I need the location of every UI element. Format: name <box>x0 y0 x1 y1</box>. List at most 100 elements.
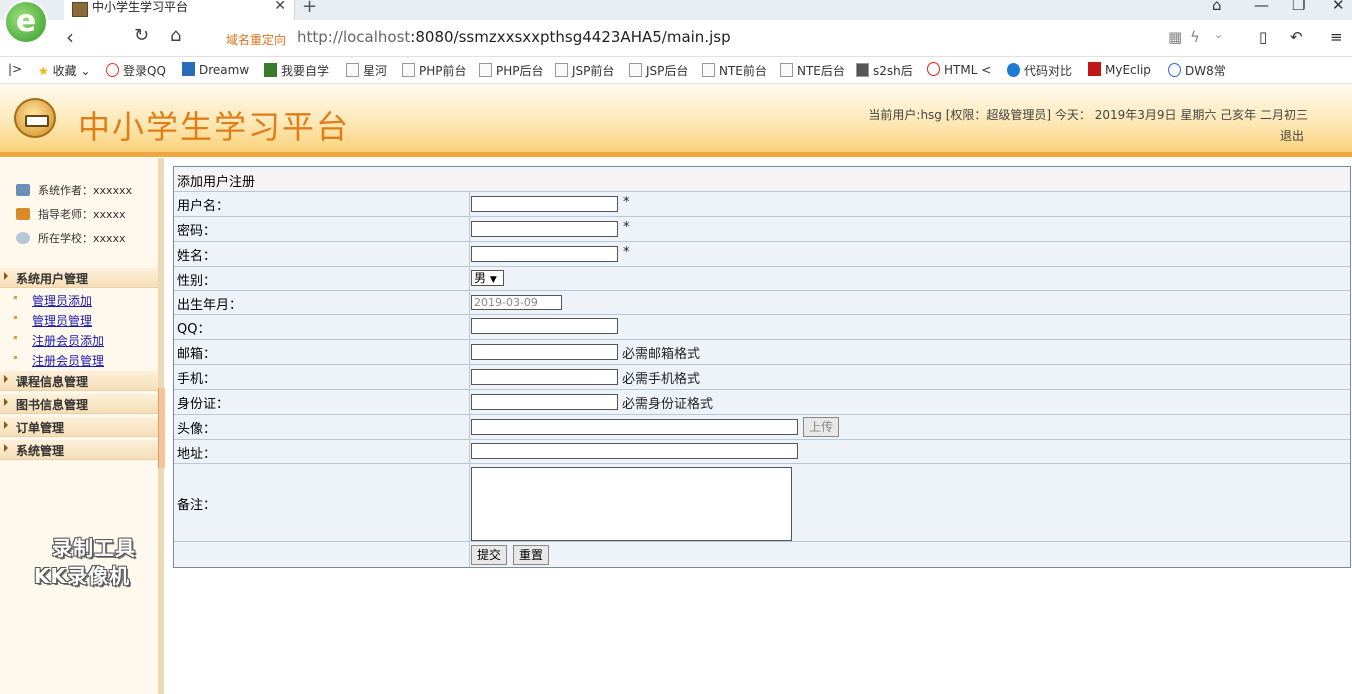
label-remark: 备注： <box>177 498 217 513</box>
row-birth: 出生年月： 2019-03-09 <box>174 291 1350 315</box>
home-icon[interactable]: ⌂ <box>170 25 181 46</box>
url-host: http://localhost <box>297 28 411 46</box>
gender-select[interactable]: 男 ▼ <box>471 270 504 286</box>
url-input[interactable]: http://localhost:8080/ssmzxxsxxpthsg4423… <box>297 28 731 46</box>
bookmark-xinghe[interactable]: 星河 <box>346 62 387 79</box>
bookmark-nte-front[interactable]: NTE前台 <box>702 62 767 79</box>
label-password: 密码： <box>177 224 217 239</box>
redirect-label: 域名重定向 <box>226 33 287 47</box>
sidebar-link-member-manage[interactable]: 注册会员管理 <box>32 352 104 369</box>
tab-title: 中小学生学习平台 <box>92 0 189 14</box>
username-input[interactable] <box>471 196 618 212</box>
phone-icon[interactable]: ▯ <box>1259 28 1267 46</box>
bookmark-nte-back[interactable]: NTE后台 <box>780 62 845 79</box>
idcard-input[interactable] <box>471 394 618 410</box>
dropdown-arrow-icon: ▼ <box>489 275 497 285</box>
bookmark-dreamweaver[interactable]: Dreamw <box>182 62 249 77</box>
bookmark-favorites[interactable]: ★ 收藏 ⌄ <box>38 62 90 79</box>
lightning-icon[interactable]: ϟ <box>1190 28 1200 46</box>
row-username: 用户名： * <box>174 192 1350 217</box>
label-gender: 性别： <box>177 274 217 289</box>
label-name: 姓名： <box>177 249 217 264</box>
label-idcard: 身份证： <box>177 397 230 412</box>
remark-textarea[interactable] <box>471 467 792 541</box>
avatar-path-input[interactable] <box>471 419 798 435</box>
page-header: 中小学生学习平台 当前用户:hsg [权限：超级管理员] 今天： 2019年3月… <box>0 84 1352 157</box>
caret-right-icon <box>4 398 8 406</box>
sidebar-group-order-mgmt[interactable]: 订单管理 <box>0 417 158 437</box>
browser-tab[interactable]: 中小学生学习平台 ✕ <box>64 0 295 20</box>
platform-logo-icon <box>14 98 56 138</box>
row-email: 邮箱： 必需邮箱格式 <box>174 340 1350 365</box>
bookmark-s2sh[interactable]: s2sh后 <box>856 62 913 79</box>
menu-icon[interactable]: ≡ <box>1330 28 1343 46</box>
upload-button[interactable]: 上传 <box>803 417 840 437</box>
watermark-line1: 录制工具 <box>52 536 136 560</box>
bookmark-php-front[interactable]: PHP前台 <box>402 62 467 79</box>
sidebar-splitter[interactable] <box>158 158 165 694</box>
email-hint: 必需邮箱格式 <box>622 347 701 362</box>
restore-icon[interactable]: ❐ <box>1292 0 1305 14</box>
submit-button[interactable]: 提交 <box>471 545 508 565</box>
minimize-icon[interactable]: — <box>1254 0 1269 14</box>
star-icon: ★ <box>38 64 49 78</box>
sidebar-link-member-add[interactable]: 注册会员添加 <box>32 332 104 349</box>
bookmark-dw8[interactable]: DW8常 <box>1168 62 1226 79</box>
row-gender: 性别： 男 ▼ <box>174 267 1350 291</box>
bookmarks-bar: |> ★ 收藏 ⌄ 登录QQ Dreamw 我要自学 星河 PHP前台 PHP后… <box>0 57 1352 84</box>
sidebar-toggle-icon[interactable]: |> <box>8 62 22 76</box>
qq-input[interactable] <box>471 318 618 334</box>
reset-button[interactable]: 重置 <box>513 545 550 565</box>
url-path: :8080/ssmzxxsxxpthsg4423AHA5/main.jsp <box>410 28 731 46</box>
bookmark-myeclipse[interactable]: MyEclip <box>1088 62 1151 77</box>
label-username: 用户名： <box>177 199 230 214</box>
sidebar-link-admin-add[interactable]: 管理员添加 <box>32 292 92 309</box>
new-tab-button[interactable]: + <box>302 0 317 17</box>
author-info: 系统作者：xxxxxx <box>16 182 132 198</box>
logout-link[interactable]: 退出 <box>1280 127 1304 144</box>
bookmark-code-compare[interactable]: 代码对比 <box>1007 62 1072 79</box>
sidebar-group-system-mgmt[interactable]: 系统管理 <box>0 440 158 460</box>
row-phone: 手机： 必需手机格式 <box>174 365 1350 390</box>
row-remark: 备注： <box>174 464 1350 542</box>
tab-close-icon[interactable]: ✕ <box>274 0 286 14</box>
required-mark: * <box>623 220 630 235</box>
globe-icon <box>16 232 30 244</box>
row-qq: QQ： <box>174 315 1350 340</box>
back-icon[interactable]: ‹ <box>66 25 74 49</box>
refresh-icon[interactable]: ↻ <box>134 25 149 46</box>
tab-favicon-icon <box>72 2 88 17</box>
row-actions: 提交 重置 <box>174 542 1350 567</box>
bookmark-zixue[interactable]: 我要自学 <box>264 62 329 79</box>
caret-right-icon <box>4 421 8 429</box>
chevron-down-icon[interactable]: ⌄ <box>1214 28 1223 41</box>
grid-icon[interactable]: ▦ <box>1168 28 1182 46</box>
row-avatar: 头像： 上传 <box>174 415 1350 440</box>
name-input[interactable] <box>471 246 618 262</box>
label-address: 地址： <box>177 447 217 462</box>
bookmark-jsp-back[interactable]: JSP后台 <box>629 62 688 79</box>
password-input[interactable] <box>471 221 618 237</box>
sidebar-group-book-mgmt[interactable]: 图书信息管理 <box>0 394 158 414</box>
phone-input[interactable] <box>471 369 618 385</box>
sidebar-group-course-mgmt[interactable]: 课程信息管理 <box>0 371 158 391</box>
undo-icon[interactable]: ↶ <box>1290 28 1303 46</box>
bookmark-qq[interactable]: 登录QQ <box>106 62 166 79</box>
shirt-icon[interactable]: ⌂ <box>1212 0 1222 14</box>
sidebar-link-admin-manage[interactable]: 管理员管理 <box>32 312 92 329</box>
caret-right-icon <box>4 375 8 383</box>
bookmark-jsp-front[interactable]: JSP前台 <box>555 62 614 79</box>
label-qq: QQ： <box>177 322 211 337</box>
label-email: 邮箱： <box>177 347 217 362</box>
bookmark-html[interactable]: HTML < <box>927 62 991 77</box>
email-input[interactable] <box>471 344 618 360</box>
bookmark-php-back[interactable]: PHP后台 <box>479 62 544 79</box>
birth-date-input[interactable]: 2019-03-09 <box>471 295 562 310</box>
people-icon <box>16 184 30 196</box>
address-input[interactable] <box>471 443 798 459</box>
user-register-form: 添加用户注册 用户名： * 密码： * 姓名： * 性别： 男 ▼ 出生年月： … <box>173 166 1351 568</box>
teacher-info: 指导老师：xxxxx <box>16 206 126 222</box>
sidebar-group-user-mgmt[interactable]: 系统用户管理 <box>0 268 158 288</box>
window-close-icon[interactable]: ✕ <box>1332 0 1345 14</box>
browser-tab-bar: 中小学生学习平台 ✕ + ⌂ — ❐ ✕ <box>0 0 1352 20</box>
